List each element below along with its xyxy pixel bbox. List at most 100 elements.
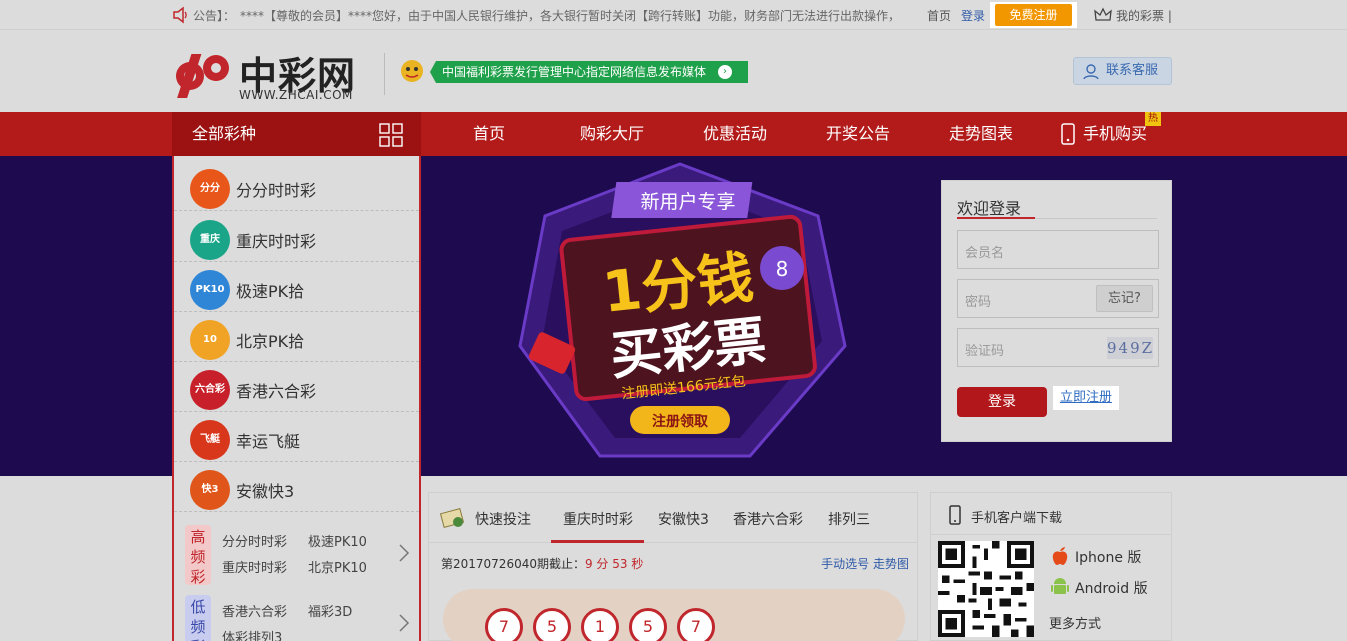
category-label: 幸运飞艇 xyxy=(236,432,301,451)
cqssc-icon: 重庆 xyxy=(190,220,230,260)
banner-artwork[interactable]: 新用户专享 1分钱 买彩票 8 注册即送166元红包 注册领取 xyxy=(500,156,860,476)
logo-url: WWW.ZHCAI.COM xyxy=(239,88,353,102)
slogan-banner[interactable]: 中国福利彩票发行管理中心指定网络信息发布媒体 › xyxy=(430,61,748,83)
lhc-icon: 六合彩 xyxy=(190,370,230,410)
captcha-image[interactable]: 949Z xyxy=(1107,337,1153,359)
lottery-ticket-icon xyxy=(439,508,465,528)
manual-pick-link[interactable]: 手动选号 xyxy=(821,557,869,571)
group-link[interactable]: 分分时时彩 xyxy=(222,531,287,550)
login-submit-button[interactable]: 登录 xyxy=(957,387,1047,417)
all-lotteries-menu[interactable]: 全部彩种 xyxy=(172,112,421,156)
nav-mobile-purchase[interactable]: 手机购买 xyxy=(1083,112,1147,156)
group-link[interactable]: 香港六合彩 xyxy=(222,601,287,620)
quick-bet-label: 快速投注 xyxy=(475,512,531,528)
ahk3-badge: 快3 xyxy=(201,484,219,495)
main-nav: 全部彩种 首页 购彩大厅 优惠活动 开奖公告 走势图表 手机购买 热 xyxy=(0,112,1347,156)
category-item-jspk[interactable]: PK10 极速PK拾 xyxy=(174,262,419,312)
chevron-right-icon[interactable] xyxy=(398,613,410,633)
category-item-cqssc[interactable]: 重庆 重庆时时彩 xyxy=(174,212,419,262)
tab-cqssc[interactable]: 重庆时时彩 xyxy=(563,509,633,529)
group-link[interactable]: 福彩3D xyxy=(308,601,352,620)
nav-lottery-hall[interactable]: 购彩大厅 xyxy=(580,112,644,156)
speaker-icon xyxy=(173,6,187,24)
banner-cta[interactable]: 注册领取 xyxy=(652,413,709,430)
high-frequency-group: 高频彩 分分时时彩 极速PK10 重庆时时彩 北京PK10 xyxy=(174,521,419,591)
login-title: 欢迎登录 xyxy=(957,199,1022,218)
app-download-header: 手机客户端下载 xyxy=(931,493,1171,535)
lottery-ball[interactable]: 5 xyxy=(533,608,571,641)
forgot-password-button[interactable]: 忘记? xyxy=(1096,285,1153,312)
quick-bet-panel: 快速投注 重庆时时彩 安徽快3 香港六合彩 排列三 第20170726040期截… xyxy=(428,492,918,641)
category-item-lhc[interactable]: 六合彩 香港六合彩 xyxy=(174,362,419,412)
top-login-link[interactable]: 登录 xyxy=(961,7,985,24)
chevron-right-icon[interactable] xyxy=(398,543,410,563)
nav-trend-charts[interactable]: 走势图表 xyxy=(949,112,1013,156)
login-title-underline xyxy=(957,217,1157,219)
arrow-right-icon: › xyxy=(718,65,732,79)
nav-draw-results[interactable]: 开奖公告 xyxy=(826,112,890,156)
xyft-icon: 飞艇 xyxy=(190,420,230,460)
category-item-xyft[interactable]: 飞艇 幸运飞艇 xyxy=(174,412,419,462)
trend-chart-link[interactable]: 走势图 xyxy=(873,557,909,571)
lottery-ball[interactable]: 5 xyxy=(629,608,667,641)
header-divider xyxy=(384,53,385,95)
nav-promotions[interactable]: 优惠活动 xyxy=(703,112,767,156)
android-icon xyxy=(1051,578,1069,594)
customer-service-icon xyxy=(1083,64,1099,80)
android-download-link[interactable]: Android 版 xyxy=(1075,578,1148,598)
nav-home[interactable]: 首页 xyxy=(473,112,505,156)
group-link[interactable]: 极速PK10 xyxy=(308,531,367,550)
tab-ahk3[interactable]: 安徽快3 xyxy=(658,509,709,529)
register-now-link[interactable]: 立即注册 xyxy=(1053,386,1119,410)
contact-service-button[interactable]: 联系客服 xyxy=(1073,57,1172,85)
iphone-download-link[interactable]: Iphone 版 xyxy=(1075,547,1141,567)
mobile-phone-icon xyxy=(949,505,961,525)
countdown: 9 分 53 秒 xyxy=(584,557,644,571)
lottery-ball[interactable]: 7 xyxy=(485,608,523,641)
cqssc-badge: 重庆 xyxy=(200,234,220,245)
notice-marquee-text[interactable]: ****【尊敬的会员】****您好，由于中国人民银行维护，各大银行暂时关闭【跨行… xyxy=(240,7,900,24)
group-link[interactable]: 北京PK10 xyxy=(308,557,367,576)
top-home-link[interactable]: 首页 xyxy=(927,7,951,24)
tab-pl3[interactable]: 排列三 xyxy=(828,509,870,529)
mobile-phone-icon xyxy=(1061,123,1075,145)
contact-service-label: 联系客服 xyxy=(1106,63,1159,78)
more-download-methods-link[interactable]: 更多方式 xyxy=(1049,613,1101,632)
all-lotteries-label: 全部彩种 xyxy=(192,124,257,143)
category-label: 重庆时时彩 xyxy=(236,232,317,251)
password-field[interactable]: 密码 忘记? xyxy=(957,279,1159,318)
period-prefix: 第20170726040期截止： xyxy=(441,557,585,571)
category-item-ffssc[interactable]: 分分 分分时时彩 xyxy=(174,161,419,211)
site-header: 中彩网 WWW.ZHCAI.COM 中国福利彩票发行管理中心指定网络信息发布媒体… xyxy=(0,31,1347,112)
category-label: 香港六合彩 xyxy=(236,382,317,401)
lottery-ball[interactable]: 1 xyxy=(581,608,619,641)
topbar-separator: | xyxy=(1167,9,1172,23)
captcha-field[interactable]: 验证码 949Z xyxy=(957,328,1159,367)
username-placeholder: 会员名 xyxy=(965,246,1005,261)
free-register-label: 免费注册 xyxy=(995,4,1072,26)
low-frequency-group: 低频彩 香港六合彩 福彩3D 体彩排列3 xyxy=(174,591,419,641)
category-item-bjpk[interactable]: 10 北京PK拾 xyxy=(174,312,419,362)
lhc-badge: 六合彩 xyxy=(195,384,225,395)
tab-lhc[interactable]: 香港六合彩 xyxy=(733,509,803,529)
apple-icon xyxy=(1052,547,1068,565)
group-link[interactable]: 重庆时时彩 xyxy=(222,557,287,576)
category-label: 极速PK拾 xyxy=(236,282,305,301)
group-link[interactable]: 体彩排列3 xyxy=(222,627,282,641)
free-register-button[interactable]: 免费注册 xyxy=(990,2,1077,28)
bjpk-icon: 10 xyxy=(190,320,230,360)
category-label: 北京PK拾 xyxy=(236,332,305,351)
active-tab-indicator xyxy=(551,540,644,543)
my-lottery-link[interactable]: 我的彩票 | xyxy=(1116,7,1172,24)
category-label: 分分时时彩 xyxy=(236,181,317,200)
low-frequency-tag: 低频彩 xyxy=(185,595,211,641)
category-item-ahk3[interactable]: 快3 安徽快3 xyxy=(174,462,419,512)
banner-tag: 新用户专享 xyxy=(640,191,735,213)
username-field[interactable]: 会员名 xyxy=(957,230,1159,269)
lottery-ball[interactable]: 7 xyxy=(677,608,715,641)
category-label: 安徽快3 xyxy=(236,482,295,501)
high-frequency-tag: 高频彩 xyxy=(185,525,211,586)
slogan-text: 中国福利彩票发行管理中心指定网络信息发布媒体 xyxy=(442,65,707,79)
zhcai-logo-icon[interactable] xyxy=(172,46,232,102)
qr-code-image xyxy=(938,541,1034,637)
